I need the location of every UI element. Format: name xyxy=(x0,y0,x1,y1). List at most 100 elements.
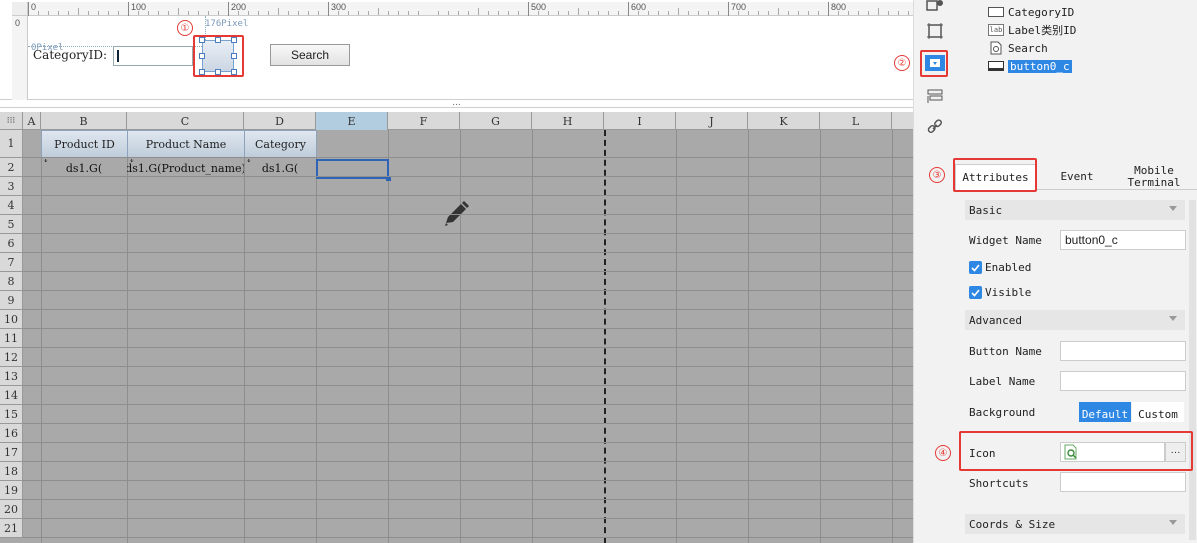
row-header[interactable]: 15 xyxy=(0,405,23,424)
section-advanced[interactable]: Advanced xyxy=(965,310,1185,330)
ruler-tick: 700 xyxy=(728,2,746,16)
row-header[interactable]: 18 xyxy=(0,462,23,481)
column-header[interactable]: H xyxy=(532,112,604,130)
row-header[interactable]: 7 xyxy=(0,253,23,272)
column-header[interactable]: G xyxy=(460,112,532,130)
ruler-minor-tick xyxy=(48,11,49,15)
section-coords-size[interactable]: Coords & Size xyxy=(965,514,1185,534)
grid-line xyxy=(460,130,461,543)
tab-event[interactable]: Event xyxy=(1042,164,1112,190)
column-header[interactable]: F xyxy=(388,112,460,130)
row-header[interactable]: 3 xyxy=(0,177,23,196)
panel-scrollbar[interactable] xyxy=(1189,200,1196,540)
component-icon[interactable] xyxy=(924,0,946,16)
header-cell-product-id[interactable]: Product ID xyxy=(41,130,128,158)
ruler-minor-tick xyxy=(278,8,279,15)
grid-line xyxy=(23,499,913,500)
select-all-corner[interactable]: ⁝⁝⁝ xyxy=(0,112,23,130)
section-title: Coords & Size xyxy=(969,517,1056,531)
column-header[interactable]: C xyxy=(127,112,244,130)
ruler-minor-tick xyxy=(588,11,589,15)
row-header[interactable]: 10 xyxy=(0,310,23,329)
row-header[interactable]: 20 xyxy=(0,500,23,519)
ruler-minor-tick xyxy=(678,8,679,15)
row-header[interactable]: 17 xyxy=(0,443,23,462)
annotation-box-2 xyxy=(920,50,948,77)
column-header-bar: ⁝⁝⁝ A B C D E F G H I J K L xyxy=(0,112,913,130)
label-name-input[interactable] xyxy=(1060,371,1186,391)
ruler-minor-tick xyxy=(778,8,779,15)
grid-line xyxy=(23,214,913,215)
column-header-selected[interactable]: E xyxy=(316,112,388,130)
chevron-down-icon xyxy=(1169,316,1177,321)
ruler-tick: 0 xyxy=(28,2,36,16)
ruler-minor-tick xyxy=(688,11,689,15)
column-header[interactable]: D xyxy=(244,112,316,130)
row-header[interactable]: 9 xyxy=(0,291,23,310)
grid-line xyxy=(676,130,677,543)
tree-item-categoryid[interactable]: CategoryID xyxy=(988,4,1074,20)
ruler-minor-tick xyxy=(568,11,569,15)
tree-item-label-category[interactable]: lab Label类别ID xyxy=(988,22,1076,38)
report-grid[interactable]: ⁝⁝⁝ A B C D E F G H I J K L 1 2 3 4 5 6 7 8 9 10 1… xyxy=(0,112,913,543)
row-header[interactable]: 13 xyxy=(0,367,23,386)
category-id-label[interactable]: CategoryID: xyxy=(33,48,107,62)
row-header[interactable]: 12 xyxy=(0,348,23,367)
header-cell-category[interactable]: Category xyxy=(244,130,317,158)
column-header[interactable]: I xyxy=(604,112,676,130)
grid-line xyxy=(316,130,317,543)
background-default-option[interactable]: Default xyxy=(1079,402,1131,422)
ruler-minor-tick xyxy=(718,11,719,15)
shortcuts-input[interactable] xyxy=(1060,472,1186,492)
grid-line xyxy=(23,347,913,348)
widget-name-input[interactable]: button0_c xyxy=(1060,230,1186,250)
ruler-minor-tick xyxy=(908,11,909,15)
ruler-minor-tick xyxy=(618,11,619,15)
column-header[interactable]: A xyxy=(23,112,41,130)
tab-mobile-terminal[interactable]: Mobile Terminal xyxy=(1117,164,1191,190)
header-cell-product-name[interactable]: Product Name xyxy=(127,130,245,158)
section-basic[interactable]: Basic xyxy=(965,200,1185,220)
annotation-box-1 xyxy=(193,35,244,77)
row-header[interactable]: 8 xyxy=(0,272,23,291)
row-header[interactable]: 1 xyxy=(0,130,23,158)
category-id-textbox[interactable] xyxy=(113,46,193,66)
frame-icon[interactable] xyxy=(924,20,946,42)
tree-item-search[interactable]: Search xyxy=(988,40,1048,56)
row-header[interactable]: 4 xyxy=(0,196,23,215)
ruler-minor-tick xyxy=(318,11,319,15)
form-designer-canvas[interactable]: 0 100 200 300 500 600 700 800 400 0 176P… xyxy=(0,0,913,100)
layout-icon[interactable] xyxy=(924,85,946,107)
ruler-tick: 500 xyxy=(528,2,546,16)
row-header[interactable]: 14 xyxy=(0,386,23,405)
row-header[interactable]: 11 xyxy=(0,329,23,348)
check-icon xyxy=(969,286,982,299)
ruler-minor-tick xyxy=(458,11,459,15)
background-custom-option[interactable]: Custom xyxy=(1132,402,1184,422)
search-button[interactable]: Search xyxy=(270,44,350,66)
annotation-box-3 xyxy=(953,158,1037,192)
column-header[interactable]: J xyxy=(676,112,748,130)
button-name-input[interactable] xyxy=(1060,341,1186,361)
visible-checkbox[interactable]: Visible xyxy=(969,286,1031,299)
ruler-minor-tick xyxy=(118,11,119,15)
ruler-minor-tick xyxy=(58,11,59,15)
tree-item-button0-c[interactable]: button0_c xyxy=(988,58,1072,74)
row-header[interactable]: 19 xyxy=(0,481,23,500)
expand-down-icon: ↓ xyxy=(245,159,253,165)
enabled-checkbox[interactable]: Enabled xyxy=(969,261,1031,274)
column-header[interactable]: B xyxy=(41,112,127,130)
row-header[interactable]: 2 xyxy=(0,158,23,177)
enabled-label: Enabled xyxy=(985,261,1032,274)
link-icon[interactable] xyxy=(924,116,946,138)
grid-line xyxy=(23,442,913,443)
row-header[interactable]: 16 xyxy=(0,424,23,443)
ruler-tick: 800 xyxy=(828,2,846,16)
ruler-minor-tick xyxy=(368,11,369,15)
row-header[interactable]: 6 xyxy=(0,234,23,253)
row-header[interactable]: 21 xyxy=(0,519,23,538)
column-header[interactable]: L xyxy=(820,112,892,130)
pane-splitter[interactable]: ... xyxy=(0,99,913,108)
column-header[interactable]: K xyxy=(748,112,820,130)
row-header[interactable]: 5 xyxy=(0,215,23,234)
